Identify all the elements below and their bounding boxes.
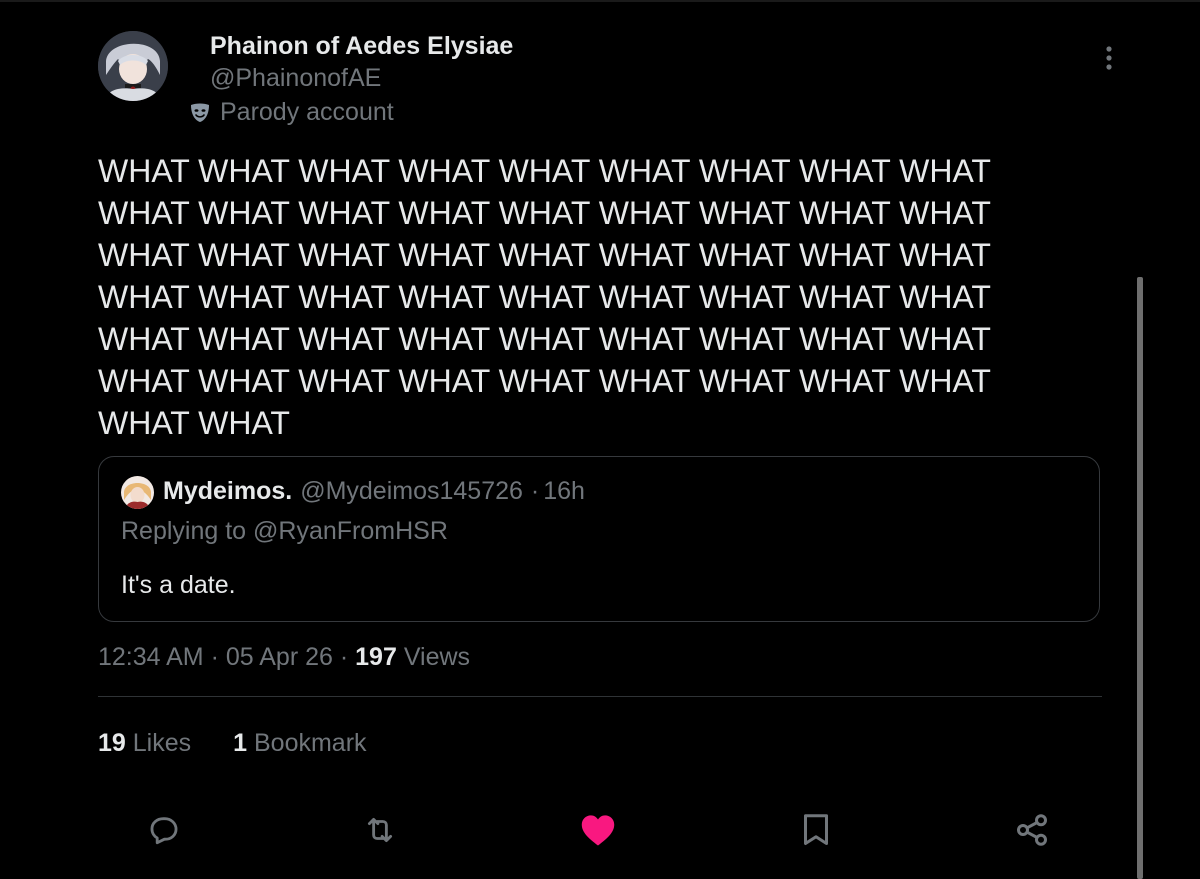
- author-handle[interactable]: @PhainonofAE: [210, 64, 381, 93]
- bookmark-button[interactable]: [794, 808, 838, 852]
- bookmarks-count: 1: [233, 729, 248, 757]
- repost-icon: [367, 817, 393, 843]
- timestamp-separator: ·: [210, 643, 219, 671]
- quoted-post[interactable]: Mydeimos. @Mydeimos145726 · 16h Replying…: [98, 456, 1100, 622]
- timestamp-separator-2: ·: [339, 643, 349, 671]
- quoted-replying-to: Replying to @RyanFromHSR: [121, 517, 448, 546]
- quoted-author-name[interactable]: Mydeimos.: [163, 477, 292, 506]
- replying-handle[interactable]: @RyanFromHSR: [253, 517, 448, 545]
- quoted-post-text: It's a date.: [121, 571, 236, 599]
- more-vertical-icon: [1106, 46, 1112, 70]
- parody-badge: Parody account: [188, 98, 394, 127]
- repost-button[interactable]: [358, 808, 402, 852]
- engagement-stats: 19 Likes 1 Bookmark: [98, 729, 367, 758]
- likes-count: 19: [98, 729, 126, 757]
- quoted-author-avatar[interactable]: [121, 476, 154, 509]
- share-button[interactable]: [1010, 808, 1054, 852]
- quoted-meta-separator: ·: [530, 477, 540, 505]
- heart-filled-icon: [581, 815, 615, 846]
- author-avatar[interactable]: [98, 31, 168, 101]
- scrollbar[interactable]: [1137, 277, 1143, 879]
- parody-mask-icon: [191, 103, 209, 122]
- views-label: Views: [403, 643, 471, 671]
- author-display-name[interactable]: Phainon of Aedes Elysiae: [210, 32, 513, 61]
- top-divider: [0, 0, 1200, 2]
- likes-stat[interactable]: 19 Likes: [98, 729, 191, 758]
- replying-prefix: Replying to: [121, 517, 247, 545]
- bookmarks-stat[interactable]: 1 Bookmark: [233, 729, 366, 758]
- parody-label: Parody account: [220, 98, 394, 126]
- stats-divider: [98, 696, 1102, 697]
- share-icon: [1017, 814, 1047, 846]
- reply-icon: [150, 817, 178, 845]
- bookmarks-label: Bookmark: [254, 729, 367, 757]
- quoted-post-age: 16h: [543, 477, 585, 505]
- action-bar: [0, 808, 1200, 852]
- quoted-post-header: Mydeimos. @Mydeimos145726 · 16h: [163, 477, 585, 506]
- more-options-button[interactable]: [1094, 40, 1124, 76]
- tweet-detail-page: Phainon of Aedes Elysiae @PhainonofAE Pa…: [0, 0, 1200, 879]
- reply-button[interactable]: [142, 808, 186, 852]
- post-timestamp-row: 12:34 AM · 05 Apr 26 · 197 Views: [98, 643, 470, 672]
- likes-label: Likes: [132, 729, 192, 757]
- post-time[interactable]: 12:34 AM: [98, 643, 204, 671]
- post-text: WHAT WHAT WHAT WHAT WHAT WHAT WHAT WHAT …: [98, 153, 991, 441]
- quoted-author-handle[interactable]: @Mydeimos145726: [300, 477, 523, 506]
- bookmark-icon: [804, 814, 828, 845]
- like-button[interactable]: [576, 808, 620, 852]
- views-count: 197: [355, 643, 397, 671]
- post-date[interactable]: 05 Apr 26: [226, 643, 333, 671]
